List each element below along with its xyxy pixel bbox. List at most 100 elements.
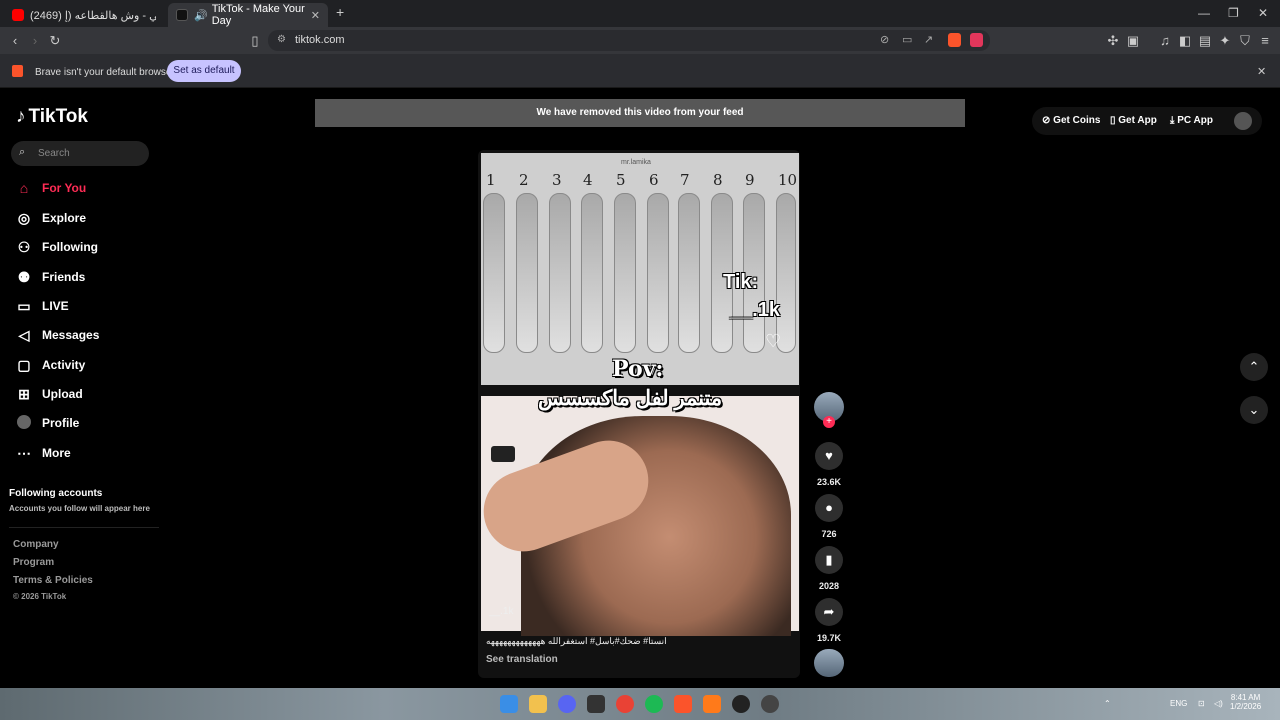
overlay-tik-label: Tik: bbox=[723, 271, 759, 293]
arm-drawing bbox=[647, 193, 669, 353]
set-default-button[interactable]: Set as default bbox=[167, 60, 241, 82]
leo-icon[interactable]: ✦ bbox=[1218, 33, 1232, 49]
obs-icon[interactable] bbox=[761, 695, 779, 713]
nav-friends[interactable]: ⚉ Friends bbox=[16, 266, 86, 288]
screenshot-icon[interactable]: ▣ bbox=[1126, 33, 1140, 49]
close-tab-icon[interactable]: ✕ bbox=[311, 9, 320, 22]
cast-icon[interactable]: ▭ bbox=[902, 33, 912, 46]
get-app-label: Get App bbox=[1118, 115, 1157, 126]
taskbar-clock[interactable]: 8:41 AM 1/2/2026 bbox=[1230, 693, 1261, 711]
menu-icon[interactable]: ≡ bbox=[1258, 33, 1272, 48]
back-icon[interactable]: ‹ bbox=[8, 33, 22, 48]
nav-messages[interactable]: ◁ Messages bbox=[16, 324, 100, 346]
network-icon[interactable]: ⊡ bbox=[1198, 699, 1205, 708]
comment-count: 726 bbox=[821, 529, 837, 539]
nav-label: Upload bbox=[42, 387, 83, 401]
divider bbox=[9, 527, 159, 528]
home-icon: ⌂ bbox=[19, 180, 29, 196]
nav-more[interactable]: ⋯ More bbox=[16, 442, 71, 464]
follow-plus-icon[interactable]: + bbox=[823, 416, 835, 428]
tray-overflow-icon[interactable]: ⌃ bbox=[1104, 699, 1111, 708]
xbox-icon[interactable] bbox=[587, 695, 605, 713]
nav-explore[interactable]: ◎ Explore bbox=[16, 207, 86, 229]
footer-company[interactable]: Company bbox=[13, 539, 59, 550]
app-icon[interactable] bbox=[703, 695, 721, 713]
share-button[interactable]: ➦ bbox=[815, 598, 843, 626]
vpn-icon[interactable]: ⛉ bbox=[1238, 33, 1252, 49]
nav-activity[interactable]: ▢ Activity bbox=[16, 354, 85, 376]
music-icon[interactable]: ♫ bbox=[1158, 33, 1172, 48]
get-app-button[interactable]: ▯ Get App bbox=[1110, 115, 1157, 126]
maximize-button[interactable]: ❐ bbox=[1228, 6, 1239, 20]
discord-icon[interactable] bbox=[558, 695, 576, 713]
search-input[interactable]: ⌕ Search bbox=[11, 141, 149, 166]
overlay-tik-value: __.1k bbox=[730, 299, 781, 321]
save-button[interactable]: ▮ bbox=[815, 546, 843, 574]
nav-for-you[interactable]: ⌂ For You bbox=[16, 177, 86, 199]
comment-button[interactable]: ● bbox=[815, 494, 843, 522]
wallet-icon[interactable]: ▤ bbox=[1198, 33, 1212, 49]
brave-icon bbox=[12, 65, 23, 77]
pc-app-button[interactable]: ⤓ PC App bbox=[1170, 115, 1213, 126]
site-info-icon[interactable]: ⚙ bbox=[277, 34, 286, 45]
nav-label: More bbox=[42, 446, 71, 460]
arm-drawing bbox=[516, 193, 538, 353]
tiktok-logo[interactable]: ♪ TikTok bbox=[16, 106, 88, 128]
live-icon: ▭ bbox=[17, 297, 31, 314]
bookmark-icon[interactable]: ▯ bbox=[248, 33, 262, 49]
close-window-button[interactable]: ✕ bbox=[1258, 6, 1268, 20]
file-explorer-icon[interactable] bbox=[529, 695, 547, 713]
steam-icon[interactable] bbox=[732, 695, 750, 713]
nav-profile[interactable]: Profile bbox=[16, 412, 79, 434]
footer-terms[interactable]: Terms & Policies bbox=[13, 575, 93, 586]
infobar-message: Brave isn't your default browser bbox=[35, 67, 175, 78]
message-icon: ◁ bbox=[18, 326, 30, 343]
tab-tiktok[interactable]: 🔊 TikTok - Make Your Day ✕ bbox=[168, 3, 328, 27]
nav-upload[interactable]: ⊞ Upload bbox=[16, 383, 83, 405]
sidebar-icon[interactable]: ◧ bbox=[1178, 33, 1192, 49]
tab-title: TikTok - Make Your Day bbox=[211, 3, 305, 27]
arm-drawing bbox=[678, 193, 700, 353]
spotify-icon[interactable] bbox=[645, 695, 663, 713]
user-avatar[interactable] bbox=[1234, 112, 1252, 130]
following-accounts-subtext: Accounts you follow will appear here bbox=[9, 504, 150, 513]
overlay-pov-label: Pov: bbox=[612, 356, 664, 382]
get-coins-label: Get Coins bbox=[1053, 115, 1101, 126]
previous-video-button[interactable]: ⌃ bbox=[1240, 353, 1268, 381]
youtube-icon bbox=[12, 9, 24, 21]
tab-youtube[interactable]: (2469) فهد الكبيسي - وش هالقطاعه (إ bbox=[4, 3, 164, 27]
arm-number: 9 bbox=[745, 171, 755, 189]
get-coins-button[interactable]: ⊘ Get Coins bbox=[1042, 115, 1100, 126]
translate-icon[interactable]: ⊘ bbox=[880, 33, 889, 46]
removed-video-banner: We have removed this video from your fee… bbox=[315, 99, 965, 127]
address-bar[interactable]: ⚙ tiktok.com ⊘ ▭ ↗ bbox=[268, 30, 990, 51]
nav-live[interactable]: ▭ LIVE bbox=[16, 295, 68, 317]
reload-icon[interactable]: ↻ bbox=[48, 33, 62, 49]
footer-program[interactable]: Program bbox=[13, 557, 54, 568]
new-tab-button[interactable]: + bbox=[336, 4, 344, 20]
brave-shields-icon[interactable] bbox=[948, 33, 961, 47]
minimize-button[interactable]: — bbox=[1198, 6, 1210, 20]
nav-following[interactable]: ⚇ Following bbox=[16, 236, 98, 258]
chrome-icon[interactable] bbox=[616, 695, 634, 713]
volume-icon[interactable]: ◁) bbox=[1214, 699, 1223, 708]
share-icon[interactable]: ↗ bbox=[924, 33, 933, 46]
next-video-button[interactable]: ⌄ bbox=[1240, 396, 1268, 424]
extensions-icon[interactable]: ✣ bbox=[1106, 33, 1120, 49]
brave-taskbar-icon[interactable] bbox=[674, 695, 692, 713]
forward-icon[interactable]: › bbox=[28, 33, 42, 48]
arm-drawing bbox=[581, 193, 603, 353]
search-icon: ⌕ bbox=[19, 146, 26, 158]
arm-number: 5 bbox=[616, 171, 626, 189]
top-actions: ⊘ Get Coins ▯ Get App ⤓ PC App bbox=[1032, 107, 1262, 135]
like-button[interactable]: ♥ bbox=[815, 442, 843, 470]
close-infobar-icon[interactable]: ✕ bbox=[1257, 65, 1266, 78]
start-icon[interactable] bbox=[500, 695, 518, 713]
arm-number: 10 bbox=[778, 171, 798, 189]
video-player[interactable]: mr.lamika 1 2 3 4 5 6 7 8 9 10 Tik: __.1… bbox=[478, 150, 800, 678]
see-translation-link[interactable]: See translation bbox=[486, 654, 558, 665]
language-indicator[interactable]: ENG bbox=[1170, 699, 1187, 708]
chevron-down-icon: ⌄ bbox=[1248, 402, 1260, 417]
brave-rewards-icon[interactable] bbox=[970, 33, 983, 47]
sound-avatar[interactable] bbox=[814, 649, 844, 677]
